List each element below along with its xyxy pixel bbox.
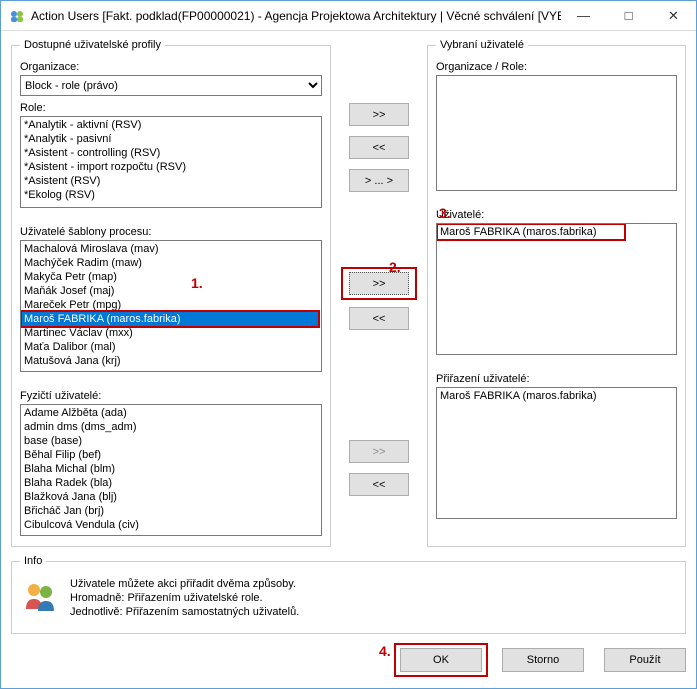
available-profiles-group: Dostupné uživatelské profily Organizace:… (11, 39, 331, 547)
list-item[interactable]: *Asistent - controlling (RSV) (22, 146, 320, 160)
right-users-label: Uživatelé: (436, 209, 677, 221)
org-role-listbox[interactable] (436, 75, 677, 191)
org-dropdown[interactable]: Block - role (právo) (20, 75, 322, 96)
middle-buttons-column: >> << > ... > >> << >> << (339, 39, 419, 547)
minimize-button[interactable]: ― (561, 1, 606, 30)
list-item[interactable]: *Asistent - import rozpočtu (RSV) (22, 160, 320, 174)
list-item[interactable]: Běhal Filip (bef) (22, 448, 320, 462)
close-button[interactable]: ✕ (651, 1, 696, 30)
role-ellipsis-button[interactable]: > ... > (349, 169, 409, 192)
info-text: Uživatele můžete akci přiřadit dvěma způ… (70, 577, 299, 619)
role-remove-button[interactable]: << (349, 136, 409, 159)
list-item[interactable]: Maroš FABRIKA (maros.fabrika) (438, 389, 675, 403)
list-item[interactable]: Maťa Dalibor (mal) (22, 340, 320, 354)
roles-listbox[interactable]: *Analytik - aktivní (RSV)*Analytik - pas… (20, 116, 322, 208)
list-item[interactable]: *Ekolog (RSV) (22, 188, 320, 202)
list-item[interactable]: admin dms (dms_adm) (22, 420, 320, 434)
template-users-listbox[interactable]: Machalová Miroslava (mav)Machýček Radim … (20, 240, 322, 372)
assignment-listbox[interactable]: Maroš FABRIKA (maros.fabrika) (436, 387, 677, 519)
list-item[interactable]: *Analytik - pasivní (22, 132, 320, 146)
list-item[interactable]: base (base) (22, 434, 320, 448)
assignment-label: Přiřazení uživatelé: (436, 373, 677, 385)
user-remove-button[interactable]: << (349, 307, 409, 330)
list-item[interactable]: Blažková Jana (blj) (22, 490, 320, 504)
available-profiles-legend: Dostupné uživatelské profily (20, 39, 165, 51)
user-add-button[interactable]: >> (349, 272, 409, 295)
list-item[interactable]: *Analytik - aktivní (RSV) (22, 118, 320, 132)
dialog-buttons: OK Storno Použít (11, 634, 686, 672)
list-item[interactable]: Martinec Václav (mxx) (22, 326, 320, 340)
apply-button[interactable]: Použít (604, 648, 686, 672)
list-item[interactable]: Maroš FABRIKA (maros.fabrika) (438, 225, 675, 239)
assign-add-button[interactable]: >> (349, 440, 409, 463)
selected-users-group: Vybraní uživatelé Organizace / Role: Uži… (427, 39, 686, 547)
right-users-listbox[interactable]: Maroš FABRIKA (maros.fabrika) (436, 223, 677, 355)
list-item[interactable]: Břicháč Jan (brj) (22, 504, 320, 518)
list-item[interactable]: Cibulcová Vendula (civ) (22, 518, 320, 532)
physical-users-listbox[interactable]: Adame Alžběta (ada)admin dms (dms_adm)ba… (20, 404, 322, 536)
list-item[interactable]: Adame Alžběta (ada) (22, 406, 320, 420)
list-item[interactable]: Blaha Radek (bla) (22, 476, 320, 490)
physical-users-label: Fyzičtí uživatelé: (20, 390, 322, 402)
list-item[interactable]: Maňák Josef (maj) (22, 284, 320, 298)
info-group: Info Uživatele můžete akci přiřadit dvěm… (11, 555, 686, 634)
list-item[interactable]: Blaha Michal (blm) (22, 462, 320, 476)
org-label: Organizace: (20, 61, 322, 73)
ok-button[interactable]: OK (400, 648, 482, 672)
list-item[interactable]: Mareček Petr (mpg) (22, 298, 320, 312)
list-item[interactable]: Makyča Petr (map) (22, 270, 320, 284)
role-label: Role: (20, 102, 322, 114)
list-item[interactable]: Maroš FABRIKA (maros.fabrika) (22, 312, 320, 326)
cancel-button[interactable]: Storno (502, 648, 584, 672)
maximize-button[interactable]: □ (606, 1, 651, 30)
org-role-label: Organizace / Role: (436, 61, 677, 73)
list-item[interactable]: Machalová Miroslava (mav) (22, 242, 320, 256)
role-add-button[interactable]: >> (349, 103, 409, 126)
assign-remove-button[interactable]: << (349, 473, 409, 496)
users-icon (22, 579, 58, 615)
window-title: Action Users [Fakt. podklad(FP00000021) … (31, 9, 561, 23)
app-icon (9, 8, 25, 24)
list-item[interactable]: Machýček Radim (maw) (22, 256, 320, 270)
template-users-label: Uživatelé šablony procesu: (20, 226, 322, 238)
list-item[interactable]: Matušová Jana (krj) (22, 354, 320, 368)
selected-users-legend: Vybraní uživatelé (436, 39, 528, 51)
list-item[interactable]: *Asistent (RSV) (22, 174, 320, 188)
info-legend: Info (20, 555, 46, 567)
title-bar: Action Users [Fakt. podklad(FP00000021) … (1, 1, 696, 31)
